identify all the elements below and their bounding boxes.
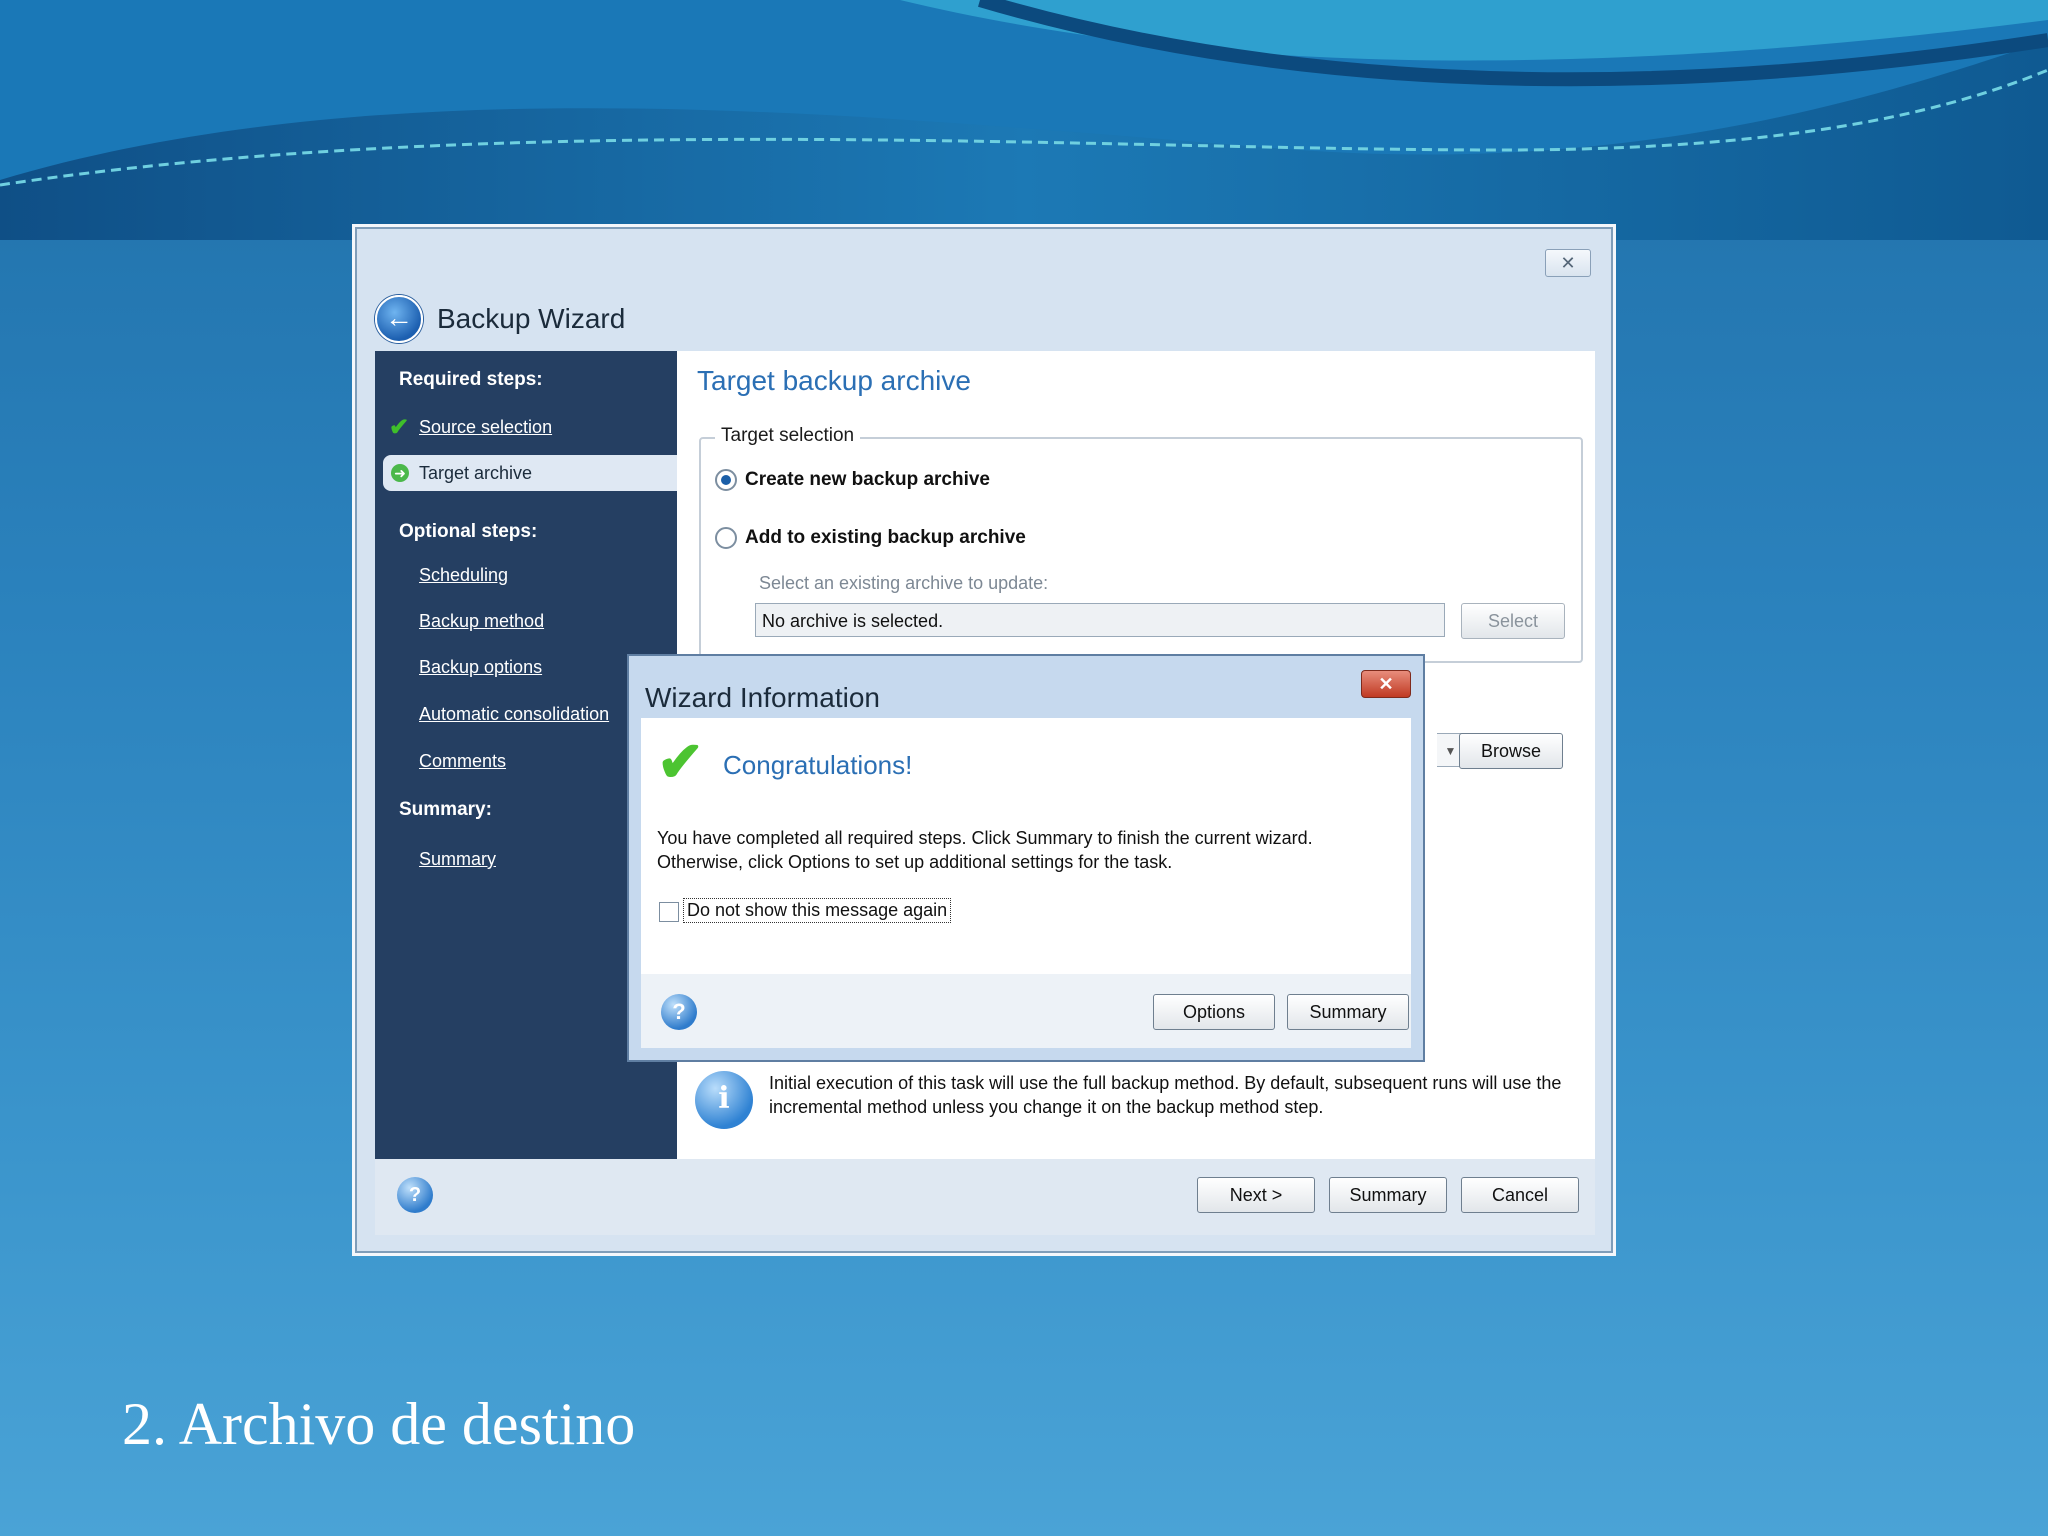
dialog-footer: ? Options Summary xyxy=(641,974,1411,1048)
summary-button[interactable]: Summary xyxy=(1329,1177,1447,1213)
create-new-archive-label[interactable]: Create new backup archive xyxy=(745,469,990,491)
sidebar-item-scheduling[interactable]: Scheduling xyxy=(419,565,508,586)
create-new-archive-radio[interactable] xyxy=(715,469,737,491)
dialog-help-icon[interactable]: ? xyxy=(661,994,697,1030)
info-text: Initial execution of this task will use … xyxy=(769,1073,1562,1117)
sidebar-item-target-archive[interactable]: ➜ Target archive xyxy=(383,455,677,491)
info-bubble-icon: i xyxy=(695,1071,753,1129)
sidebar-item-source-selection[interactable]: Source selection xyxy=(419,417,552,438)
window-titlebar: ← Backup Wizard xyxy=(375,287,1593,347)
slide-caption: 2. Archivo de destino xyxy=(122,1391,636,1457)
dialog-message: You have completed all required steps. C… xyxy=(657,828,1313,872)
options-button[interactable]: Options xyxy=(1153,994,1275,1030)
dont-show-again-checkbox[interactable] xyxy=(659,902,679,922)
required-steps-heading: Required steps: xyxy=(399,369,543,390)
sidebar-item-label: Target archive xyxy=(419,463,533,483)
sidebar-item-comments[interactable]: Comments xyxy=(419,751,506,772)
sidebar-item-backup-method[interactable]: Backup method xyxy=(419,611,544,632)
dialog-heading: Congratulations! xyxy=(723,750,913,780)
dialog-title: Wizard Information xyxy=(645,682,880,713)
optional-steps-heading: Optional steps: xyxy=(399,521,538,542)
target-selection-group: Target selection Create new backup archi… xyxy=(699,425,1583,663)
wizard-information-dialog: Wizard Information ✕ ✔ Congratulations! … xyxy=(627,654,1425,1062)
header-wave-decoration xyxy=(0,0,2048,240)
wizard-footer: ? Next > Summary Cancel xyxy=(375,1159,1595,1235)
summary-heading: Summary: xyxy=(399,799,492,820)
add-to-existing-label[interactable]: Add to existing backup archive xyxy=(745,527,1026,549)
archive-field: No archive is selected. xyxy=(755,603,1445,637)
success-check-icon: ✔ xyxy=(657,730,704,793)
sidebar-item-backup-options[interactable]: Backup options xyxy=(419,657,542,678)
sidebar-item-automatic-consolidation[interactable]: Automatic consolidation xyxy=(419,704,609,725)
page-title: Target backup archive xyxy=(697,365,971,396)
dont-show-again-label[interactable]: Do not show this message again xyxy=(683,898,952,923)
select-button[interactable]: Select xyxy=(1461,603,1565,639)
cancel-button[interactable]: Cancel xyxy=(1461,1177,1579,1213)
group-label: Target selection xyxy=(715,425,861,447)
existing-archive-prompt: Select an existing archive to update: xyxy=(759,573,1049,593)
current-step-arrow-icon: ➜ xyxy=(391,464,409,482)
window-title: Backup Wizard xyxy=(437,303,626,334)
window-close-button[interactable]: ✕ xyxy=(1545,249,1591,277)
browse-button[interactable]: Browse xyxy=(1459,733,1563,769)
back-arrow-icon[interactable]: ← xyxy=(375,295,423,343)
sidebar-item-summary[interactable]: Summary xyxy=(419,849,496,870)
completed-check-icon: ✔ xyxy=(389,414,410,441)
dialog-summary-button[interactable]: Summary xyxy=(1287,994,1409,1030)
dialog-body: ✔ Congratulations! You have completed al… xyxy=(641,718,1411,974)
help-icon[interactable]: ? xyxy=(397,1177,433,1213)
next-button[interactable]: Next > xyxy=(1197,1177,1315,1213)
dialog-close-button[interactable]: ✕ xyxy=(1361,670,1411,698)
add-to-existing-radio[interactable] xyxy=(715,527,737,549)
